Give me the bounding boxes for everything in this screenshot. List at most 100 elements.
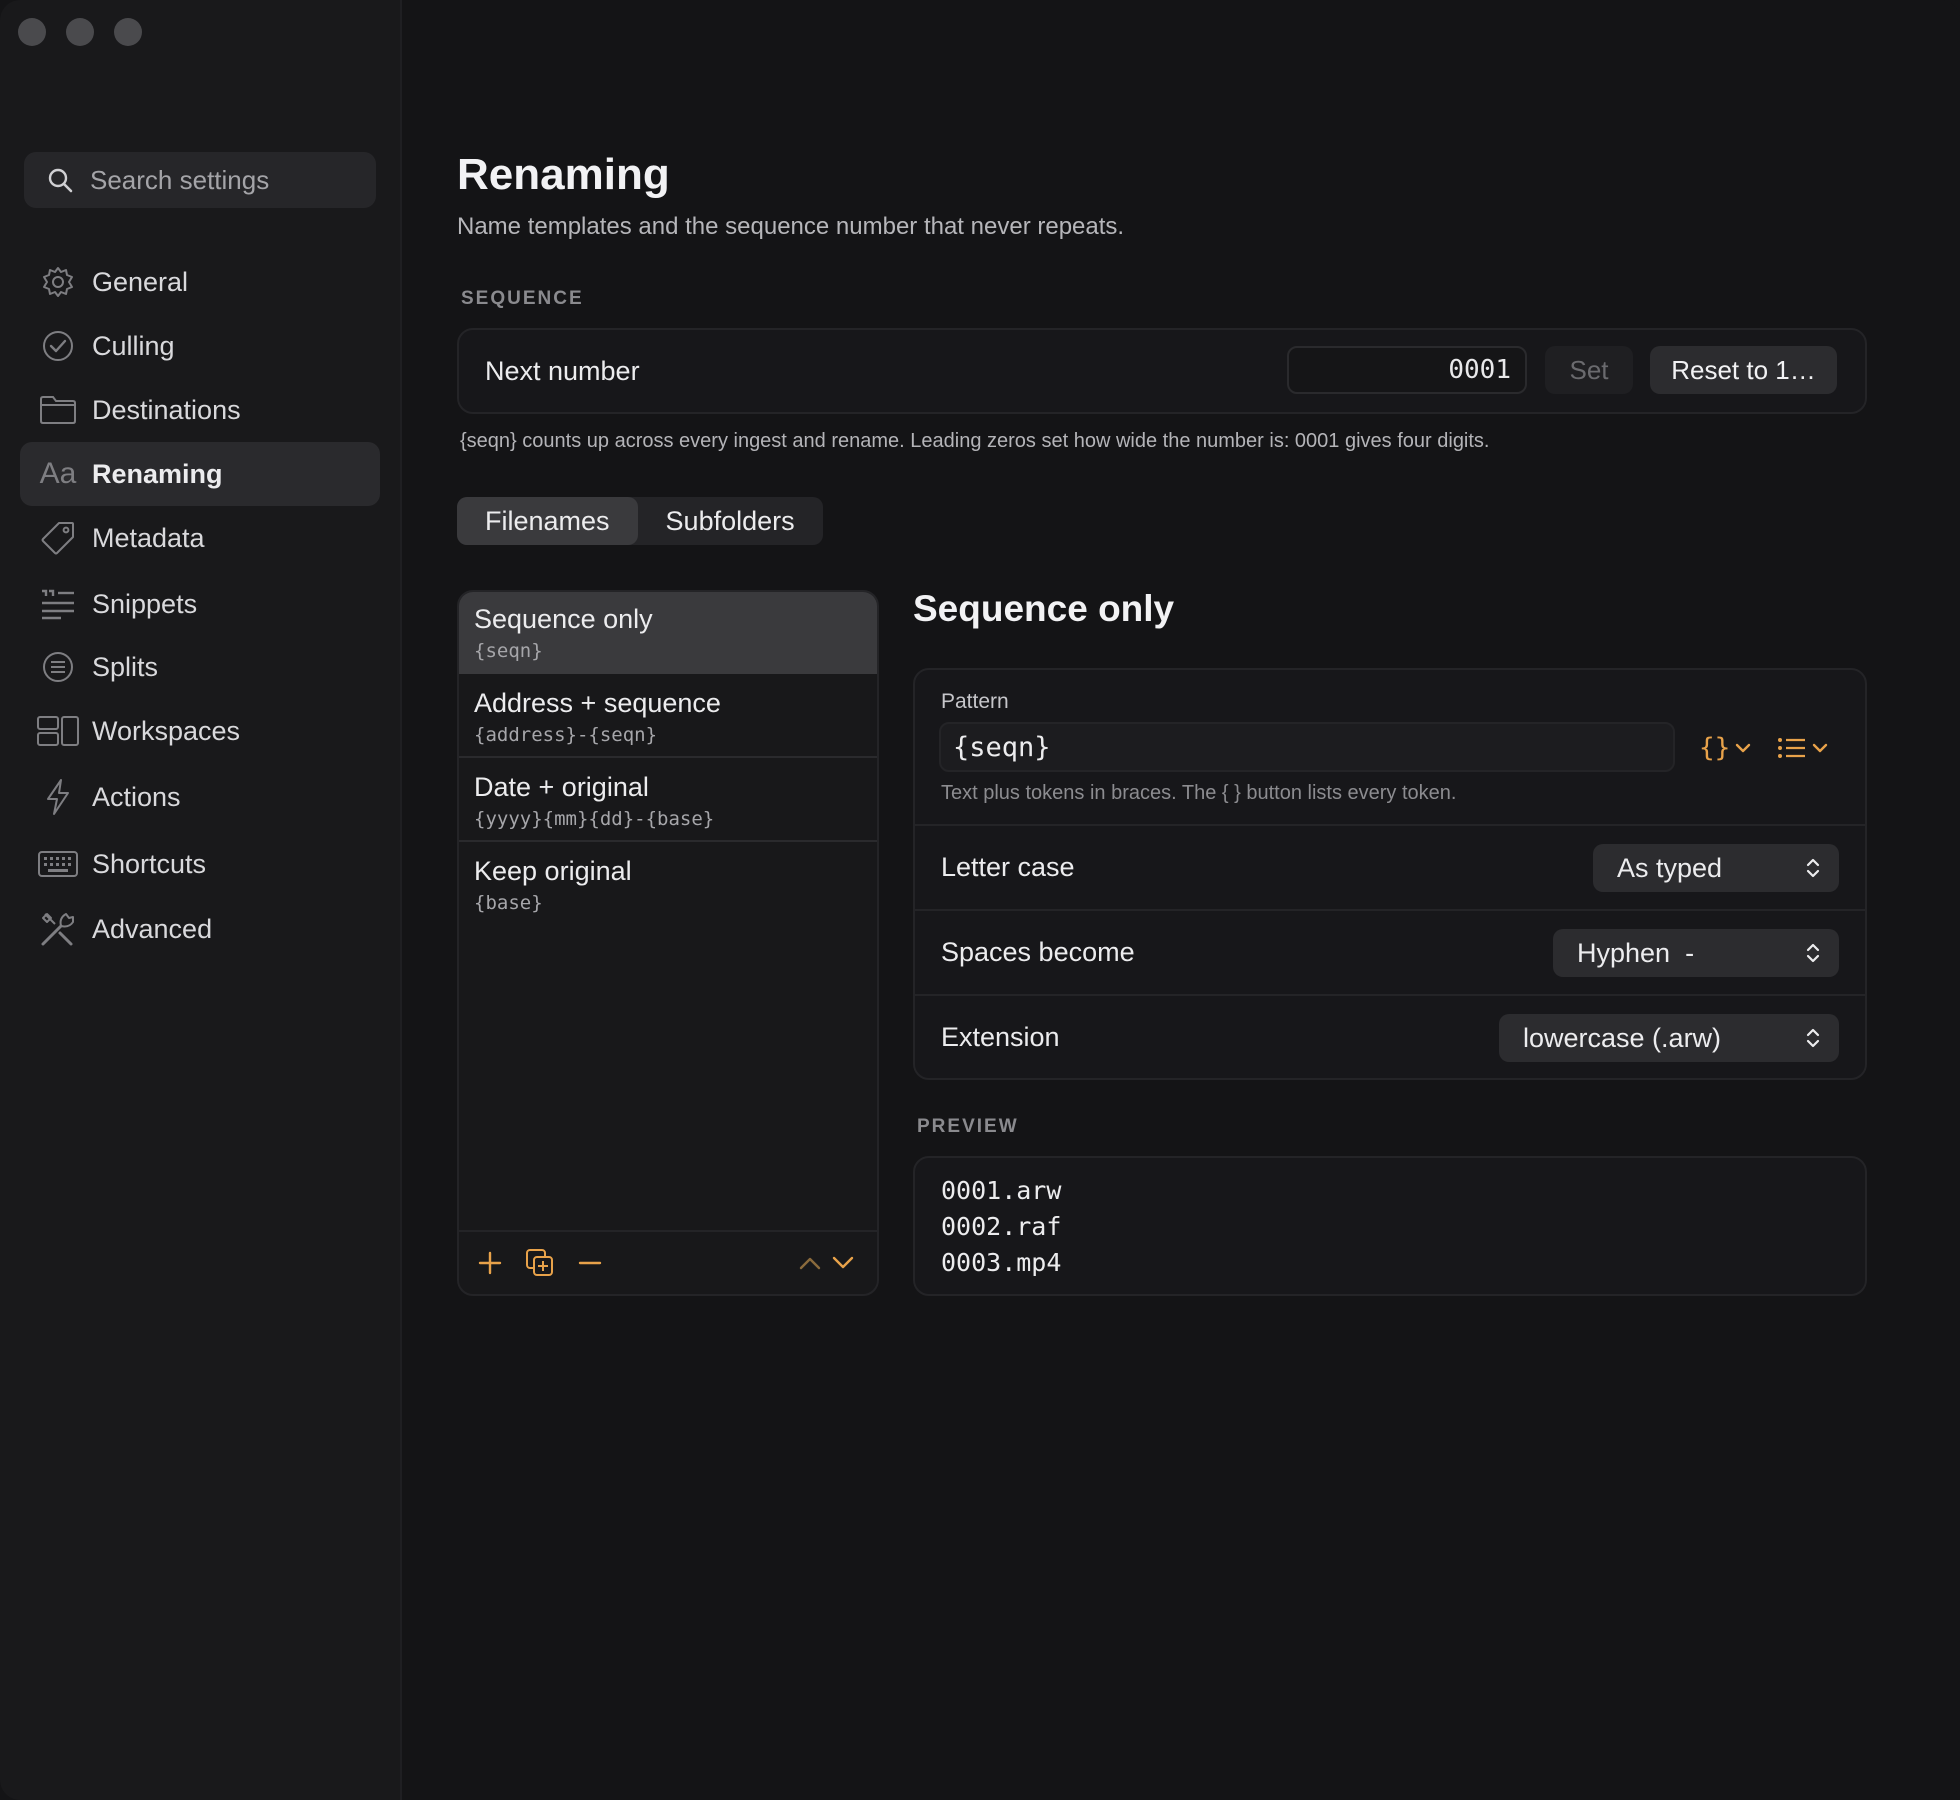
search-field[interactable] (24, 152, 376, 208)
template-pattern: {seqn} (474, 640, 543, 662)
remove-icon[interactable] (573, 1246, 607, 1280)
sidebar-item-label: Actions (92, 781, 181, 812)
chevron-down-icon (1736, 743, 1751, 753)
sidebar-item-label: Shortcuts (92, 848, 207, 879)
sidebar: General Culling Destinations Aa Renaming (0, 0, 402, 1800)
preview-box: 0001.arw 0002.raf 0003.mp4 (913, 1156, 1867, 1296)
list-item[interactable]: Sequence only {seqn} (459, 592, 877, 674)
spaces-become-value: Hyphen - (1577, 937, 1695, 968)
tools-icon (36, 907, 80, 951)
sequence-card: Next number Set Reset to 1… (457, 328, 1867, 414)
template-detail-title: Sequence only (913, 588, 1175, 629)
next-number-label: Next number (485, 356, 640, 386)
sidebar-item-label: Splits (92, 651, 159, 682)
sidebar-item-workspaces[interactable]: Workspaces (20, 699, 380, 763)
close-window-button[interactable] (18, 18, 46, 46)
sidebar-item-label: Renaming (92, 458, 223, 489)
sidebar-item-label: General (92, 266, 189, 297)
duplicate-icon[interactable] (523, 1246, 557, 1280)
minimize-window-button[interactable] (66, 18, 94, 46)
text-snippet-icon (36, 582, 80, 626)
template-name: Keep original (474, 856, 632, 886)
list-menu-button[interactable] (1777, 730, 1829, 766)
preview-line: 0002.raf (941, 1212, 1062, 1241)
tab-subfolders[interactable]: Subfolders (638, 497, 823, 545)
sidebar-item-snippets[interactable]: Snippets (20, 572, 380, 636)
template-type-tabs: Filenames Subfolders (457, 497, 823, 545)
layout-icon (36, 709, 80, 753)
sidebar-item-advanced[interactable]: Advanced (20, 897, 380, 961)
template-detail-card: Pattern {} Text plus tokens in braces. T… (913, 668, 1867, 1080)
extension-value: lowercase (.arw) (1523, 1022, 1722, 1053)
text-aa-icon: Aa (39, 457, 77, 490)
page-title: Renaming (457, 150, 670, 199)
list-item[interactable]: Keep original {base} (459, 844, 877, 926)
search-input[interactable] (88, 163, 362, 197)
sequence-section-label: SEQUENCE (461, 288, 584, 309)
pattern-input[interactable] (939, 722, 1675, 772)
list-icon (1778, 738, 1805, 758)
sidebar-item-label: Snippets (92, 588, 198, 619)
sidebar-item-shortcuts[interactable]: Shortcuts (20, 832, 380, 896)
updown-chevron-icon (1806, 1028, 1820, 1048)
template-name: Date + original (474, 772, 649, 802)
preview-section-label: PREVIEW (917, 1116, 1019, 1137)
spaces-become-row: Spaces become Hyphen - (915, 909, 1865, 995)
add-icon[interactable] (473, 1246, 507, 1280)
template-list-toolbar (459, 1230, 877, 1294)
sequence-help-text: {seqn} counts up across every ingest and… (460, 430, 1490, 452)
sidebar-item-culling[interactable]: Culling (20, 314, 380, 378)
folder-icon (36, 388, 80, 432)
preview-line: 0001.arw (941, 1176, 1062, 1205)
letter-case-select[interactable]: As typed (1593, 844, 1839, 892)
sidebar-item-label: Metadata (92, 522, 205, 553)
sidebar-item-label: Destinations (92, 394, 241, 425)
sidebar-item-actions[interactable]: Actions (20, 765, 380, 829)
list-item[interactable]: Date + original {yyyy}{mm}{dd}-{base} (459, 760, 877, 842)
reset-button[interactable]: Reset to 1… (1650, 346, 1837, 394)
list-item[interactable]: Address + sequence {address}-{seqn} (459, 676, 877, 758)
updown-chevron-icon (1806, 858, 1820, 878)
sidebar-item-label: Workspaces (92, 715, 241, 746)
tag-icon (36, 516, 80, 560)
updown-chevron-icon (1806, 943, 1820, 963)
template-pattern: {base} (474, 892, 543, 914)
extension-row: Extension lowercase (.arw) (915, 994, 1865, 1080)
move-down-icon[interactable] (826, 1246, 860, 1280)
sidebar-item-destinations[interactable]: Destinations (20, 378, 380, 442)
checkmark-circle-icon (36, 324, 80, 368)
set-button[interactable]: Set (1545, 346, 1633, 394)
letter-case-label: Letter case (941, 852, 1075, 882)
template-pattern: {address}-{seqn} (474, 724, 658, 746)
extension-select[interactable]: lowercase (.arw) (1499, 1014, 1839, 1062)
sidebar-item-renaming[interactable]: Aa Renaming (20, 442, 380, 506)
main-content: Renaming Name templates and the sequence… (457, 0, 1867, 1800)
token-menu-button[interactable]: {} (1699, 730, 1752, 766)
settings-window: General Culling Destinations Aa Renaming (0, 0, 1960, 1800)
page-subtitle: Name templates and the sequence number t… (457, 213, 1125, 240)
window-controls (18, 18, 142, 46)
list-circle-icon (36, 645, 80, 689)
sidebar-item-label: Culling (92, 330, 175, 361)
preview-line: 0003.mp4 (941, 1248, 1062, 1277)
braces-icon: {} (1699, 733, 1731, 763)
chevron-down-icon (1812, 743, 1828, 753)
template-name: Address + sequence (474, 688, 721, 718)
keyboard-icon (36, 842, 80, 886)
gear-icon (36, 260, 80, 304)
search-icon (48, 168, 73, 193)
pattern-help-text: Text plus tokens in braces. The { } butt… (941, 782, 1457, 804)
zoom-window-button[interactable] (114, 18, 142, 46)
template-pattern: {yyyy}{mm}{dd}-{base} (474, 808, 715, 830)
sidebar-item-label: Advanced (92, 913, 213, 944)
sidebar-item-general[interactable]: General (20, 250, 380, 314)
spaces-become-select[interactable]: Hyphen - (1553, 929, 1839, 977)
sidebar-item-metadata[interactable]: Metadata (20, 506, 380, 570)
pattern-label: Pattern (941, 690, 1009, 713)
move-up-icon[interactable] (793, 1246, 827, 1280)
sidebar-item-splits[interactable]: Splits (20, 635, 380, 699)
tab-filenames[interactable]: Filenames (457, 497, 638, 545)
template-name: Sequence only (474, 604, 653, 634)
spaces-become-label: Spaces become (941, 937, 1135, 967)
next-number-input[interactable] (1287, 346, 1527, 394)
